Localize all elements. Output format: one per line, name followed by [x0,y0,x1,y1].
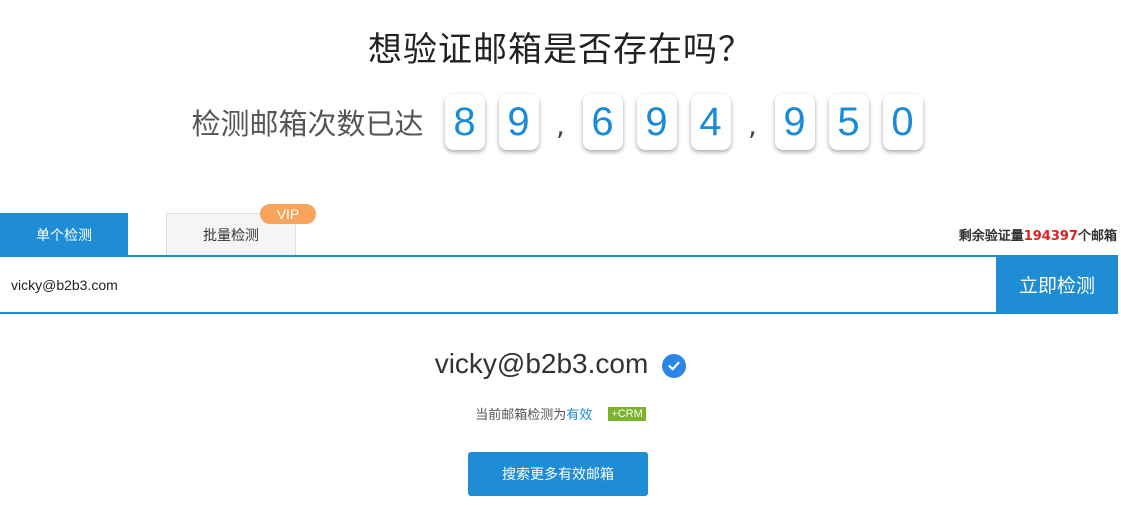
email-check-form: 立即检测 [0,255,1118,314]
counter-digit: 4 [690,94,731,150]
email-input[interactable] [0,257,996,312]
vip-badge: VIP [260,204,316,224]
remaining-count: 194397 [1023,229,1078,244]
result-status: 当前邮箱检测为 有效 +CRM [0,404,1121,423]
crm-badge[interactable]: +CRM [608,406,646,421]
counter-digit: 8 [444,94,485,150]
check-now-button[interactable]: 立即检测 [996,255,1118,314]
result-email: vicky@b2b3.com [434,348,649,379]
check-counter: 检测邮箱次数已达 8 9 , 6 9 4 , 9 5 0 [0,94,1121,150]
remaining-suffix: 个邮箱 [1077,229,1117,244]
counter-digit: 9 [498,94,539,150]
counter-digit: 5 [828,94,869,150]
check-circle-icon [662,354,687,378]
page-title: 想验证邮箱是否存在吗？ [368,30,753,70]
search-more-emails-button[interactable]: 搜索更多有效邮箱 [468,452,648,496]
status-valid: 有效 [566,408,593,423]
tab-single-check[interactable]: 单个检测 [0,213,128,256]
counter-separator: , [556,109,565,142]
remaining-quota: 剩余验证量194397个邮箱 [959,225,1117,244]
remaining-prefix: 剩余验证量 [958,229,1024,244]
counter-label: 检测邮箱次数已达 [191,107,424,141]
counter-separator: , [748,109,757,142]
result-email-row: vicky@b2b3.com [0,348,1121,380]
counter-digit: 0 [882,94,923,150]
status-prefix: 当前邮箱检测为 [475,408,567,423]
counter-digit: 9 [636,94,677,150]
counter-digit: 6 [582,94,623,150]
counter-digit: 9 [774,94,815,150]
